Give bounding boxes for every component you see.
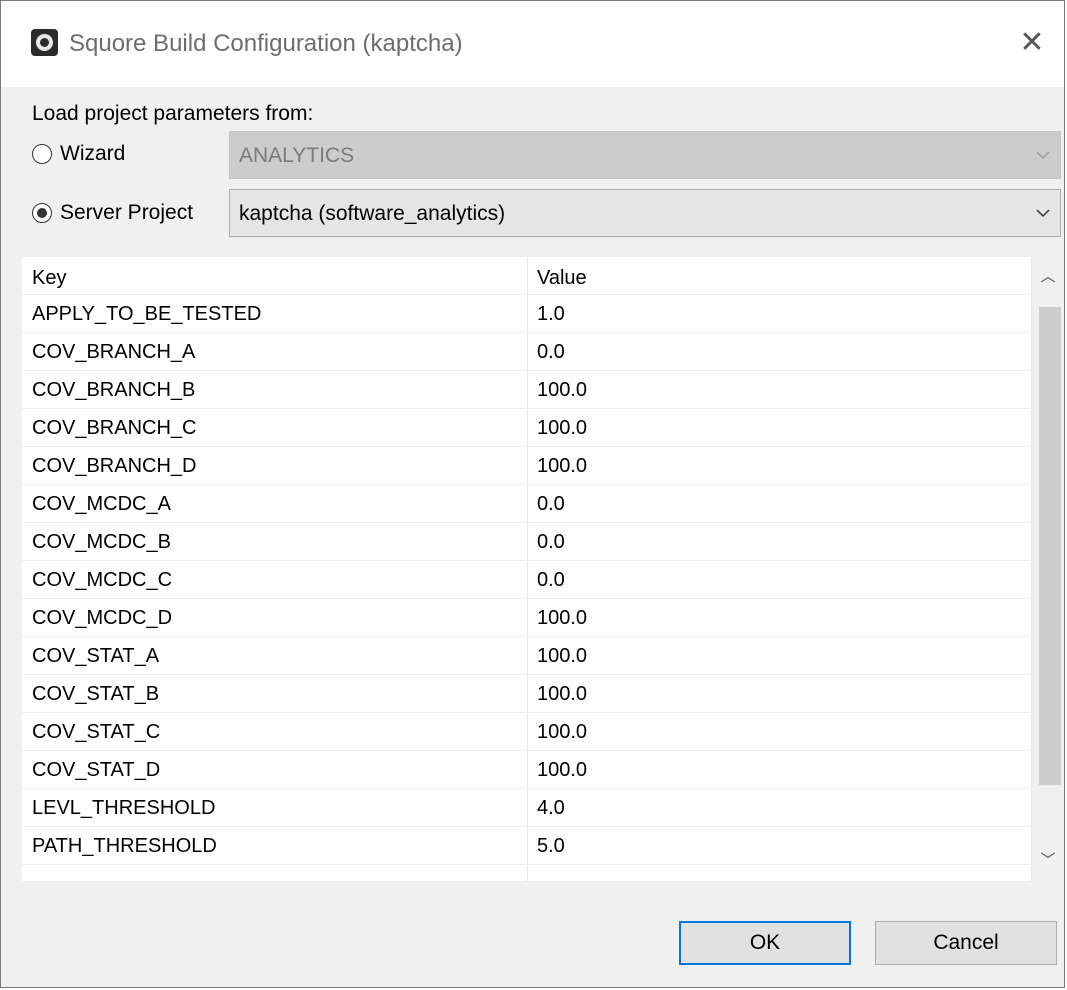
table-row[interactable]: COV_STAT_D 100.0 <box>22 751 1032 789</box>
dialog-body: Load project parameters from: Wizard ANA… <box>1 87 1064 989</box>
table-row[interactable]: COV_MCDC_D 100.0 <box>22 599 1032 637</box>
vertical-scrollbar[interactable]: ︿ ﹀ <box>1032 257 1062 881</box>
server-project-combo[interactable]: kaptcha (software_analytics) <box>229 189 1061 237</box>
table-row[interactable]: COV_BRANCH_B 100.0 <box>22 371 1032 409</box>
wizard-radio-option[interactable]: Wizard <box>32 137 222 173</box>
row-key: PATH_THRESHOLD <box>32 835 217 857</box>
row-value: 100.0 <box>537 721 588 743</box>
row-key: COV_STAT_C <box>32 721 161 743</box>
row-key: COV_STAT_D <box>32 759 161 781</box>
load-parameters-label: Load project parameters from: <box>32 102 314 125</box>
table-row[interactable]: COV_STAT_B 100.0 <box>22 675 1032 713</box>
server-project-combo-value: kaptcha (software_analytics) <box>239 202 506 225</box>
table-row[interactable]: COV_MCDC_B 0.0 <box>22 523 1032 561</box>
row-key: COV_BRANCH_B <box>32 379 196 401</box>
chevron-down-icon <box>1036 209 1050 218</box>
table-row[interactable]: COV_BRANCH_A 0.0 <box>22 333 1032 371</box>
window-title: Squore Build Configuration (kaptcha) <box>69 30 463 57</box>
row-value: 100.0 <box>537 455 588 477</box>
parameters-table-body: Key Value APPLY_TO_BE_TESTED 1.0 COV_BRANC… <box>22 257 1032 881</box>
table-row[interactable]: COV_MCDC_C 0.0 <box>22 561 1032 599</box>
row-value: 100.0 <box>537 759 588 781</box>
server-project-radio-option[interactable]: Server Project <box>32 196 222 232</box>
row-value: 5.0 <box>537 835 565 857</box>
row-value: 0.0 <box>537 569 565 591</box>
row-value: 0.0 <box>537 493 565 515</box>
table-row[interactable]: COV_MCDC_A 0.0 <box>22 485 1032 523</box>
row-key: COV_MCDC_B <box>32 531 171 553</box>
row-key: COV_BRANCH_D <box>32 455 197 477</box>
row-value: 100.0 <box>537 607 588 629</box>
table-row[interactable]: APPLY_TO_BE_TESTED 1.0 <box>22 295 1032 333</box>
wizard-combo-value: ANALYTICS <box>239 144 355 167</box>
row-key: COV_STAT_A <box>32 645 160 667</box>
table-row[interactable]: PATH_THRESHOLD 5.0 <box>22 827 1032 865</box>
row-value: 100.0 <box>537 417 588 439</box>
chevron-down-icon <box>1036 151 1050 160</box>
wizard-combo: ANALYTICS <box>229 131 1061 179</box>
row-key: COV_MCDC_A <box>32 493 171 515</box>
row-key: COV_BRANCH_C <box>32 417 197 439</box>
row-value: 0.0 <box>537 341 565 363</box>
row-value: 0.0 <box>537 531 565 553</box>
table-row[interactable]: COV_BRANCH_D 100.0 <box>22 447 1032 485</box>
row-key: COV_MCDC_D <box>32 607 173 629</box>
squore-gear-icon <box>31 29 58 56</box>
dialog-window: Squore Build Configuration (kaptcha) ✕ L… <box>0 0 1065 988</box>
row-key: COV_MCDC_C <box>32 569 173 591</box>
server-project-radio-label: Server Project <box>60 201 194 224</box>
table-row[interactable]: COV_STAT_A 100.0 <box>22 637 1032 675</box>
scroll-up-icon[interactable]: ︿ <box>1038 267 1058 287</box>
scroll-down-icon[interactable]: ﹀ <box>1038 851 1058 871</box>
server-project-radio[interactable] <box>32 203 52 223</box>
close-icon[interactable]: ✕ <box>1012 23 1052 63</box>
row-value: 4.0 <box>537 797 565 819</box>
scrollbar-thumb[interactable] <box>1039 307 1061 785</box>
row-key: COV_BRANCH_A <box>32 341 196 363</box>
row-value: 100.0 <box>537 379 588 401</box>
row-value: 100.0 <box>537 645 588 667</box>
column-header-value[interactable]: Value <box>537 265 587 291</box>
wizard-radio-label: Wizard <box>60 142 126 165</box>
ok-button[interactable]: OK <box>679 921 851 965</box>
column-header-key[interactable]: Key <box>32 265 66 291</box>
table-row[interactable]: COV_BRANCH_C 100.0 <box>22 409 1032 447</box>
parameters-table[interactable]: Key Value APPLY_TO_BE_TESTED 1.0 COV_BRANC… <box>22 257 1062 881</box>
row-value: 1.0 <box>537 303 565 325</box>
row-value: 100.0 <box>537 683 588 705</box>
cancel-button[interactable]: Cancel <box>875 921 1057 965</box>
table-row[interactable]: LEVL_THRESHOLD 4.0 <box>22 789 1032 827</box>
table-row[interactable]: COV_STAT_C 100.0 <box>22 713 1032 751</box>
row-key: COV_STAT_B <box>32 683 160 705</box>
row-key: APPLY_TO_BE_TESTED <box>32 303 262 325</box>
wizard-radio[interactable] <box>32 144 52 164</box>
row-key: LEVL_THRESHOLD <box>32 797 216 819</box>
title-bar: Squore Build Configuration (kaptcha) ✕ <box>1 1 1064 87</box>
